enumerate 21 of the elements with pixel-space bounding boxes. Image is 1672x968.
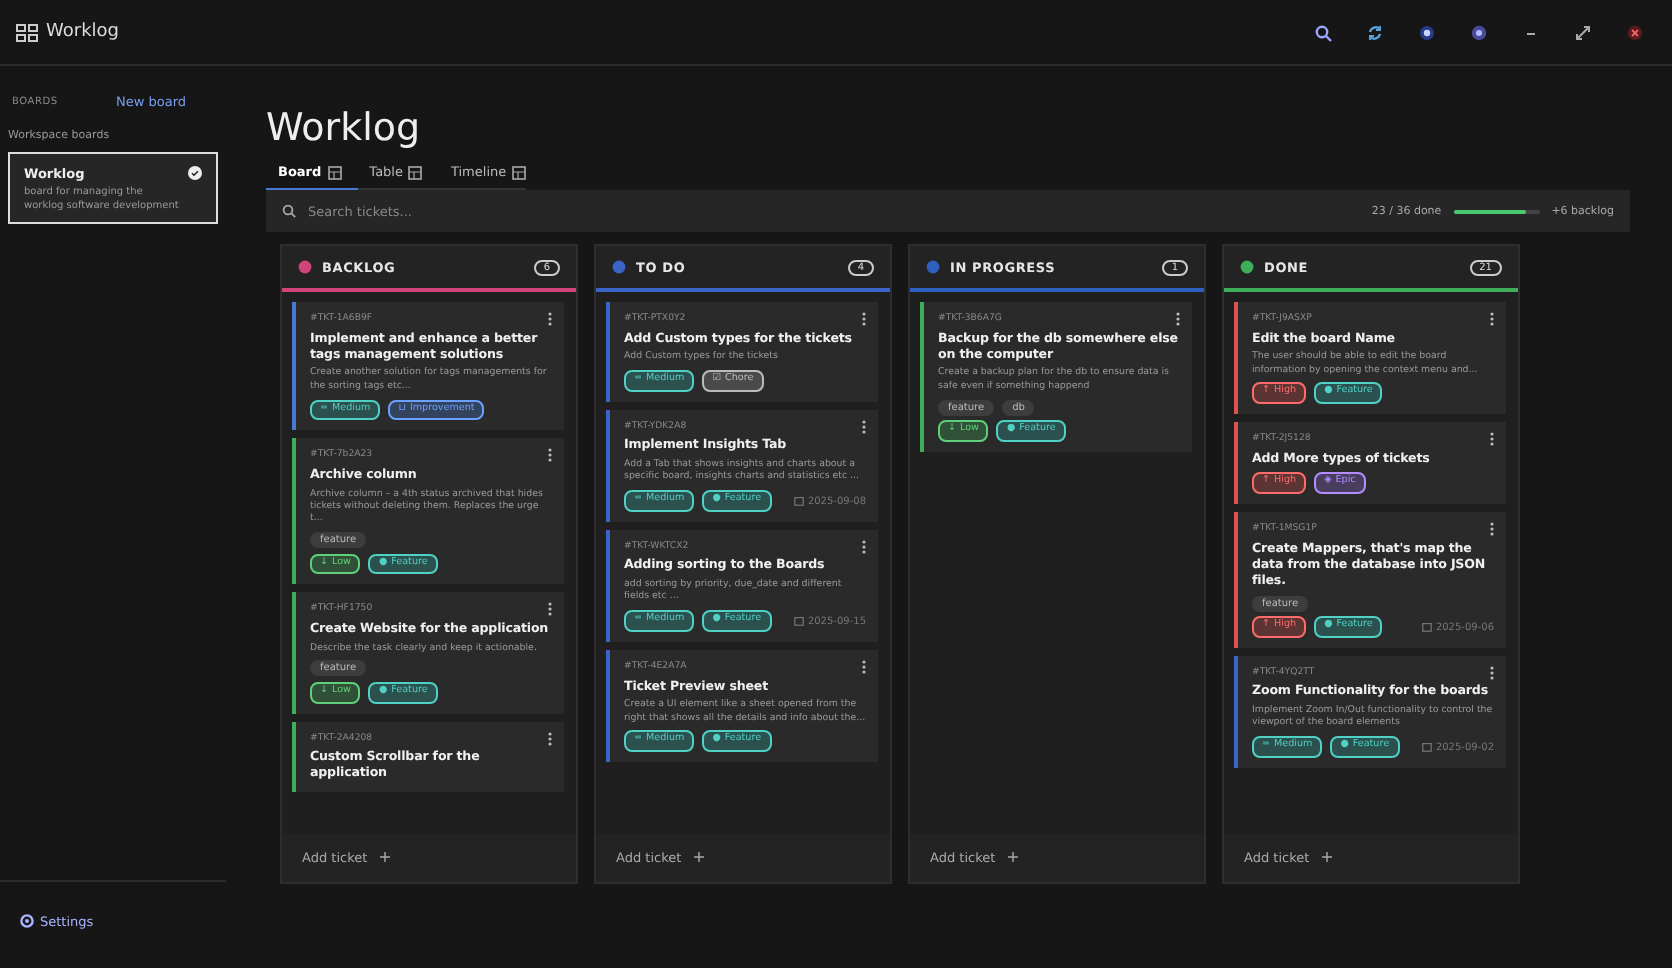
status-icon: [926, 260, 940, 274]
table-icon: [408, 165, 423, 179]
search-icon[interactable]: [1314, 23, 1332, 41]
logo-icon: [16, 23, 38, 41]
plus-icon: [693, 852, 704, 862]
board-title: Worklog: [266, 106, 423, 150]
app-title: Worklog: [46, 22, 120, 42]
refresh-icon[interactable]: [1366, 23, 1384, 41]
table-icon: [327, 165, 342, 179]
theme-icon[interactable]: [1418, 23, 1436, 41]
table-icon: [512, 165, 527, 179]
plus-icon: [1321, 852, 1332, 862]
expand-icon[interactable]: [1574, 23, 1592, 41]
plus-icon: [379, 852, 390, 862]
plus-icon: [1007, 852, 1018, 862]
status-icon: [1240, 260, 1254, 274]
check-circle-icon: [188, 166, 202, 180]
status-icon: [612, 260, 626, 274]
search-icon: [282, 204, 296, 218]
close-icon[interactable]: [1626, 23, 1644, 41]
status-icon: [298, 260, 312, 274]
